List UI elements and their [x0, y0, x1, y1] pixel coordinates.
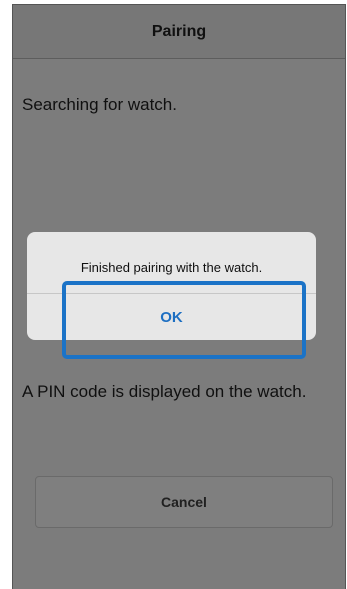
dialog-message: Finished pairing with the watch.: [80, 260, 263, 275]
navigation-bar: Pairing: [13, 5, 345, 59]
pin-info-text: A PIN code is displayed on the watch.: [22, 382, 307, 401]
ok-button-highlight: [62, 281, 306, 359]
page-title: Pairing: [151, 22, 207, 40]
searching-status-text: Searching for watch.: [22, 95, 177, 114]
cancel-button[interactable]: Cancel: [35, 476, 333, 528]
cancel-button-label: Cancel: [161, 494, 207, 510]
